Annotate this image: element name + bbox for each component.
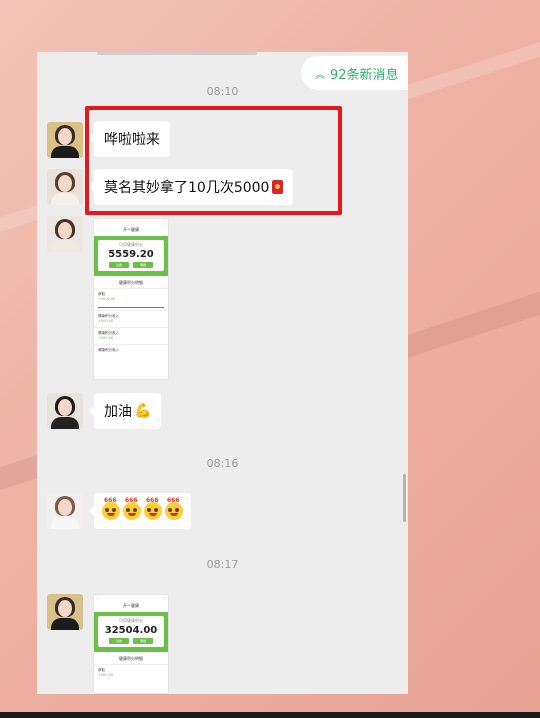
timestamp: 08:10	[206, 85, 239, 98]
red-highlight-box	[85, 106, 342, 215]
detail-subhead: 健康积分明细	[119, 280, 143, 285]
detail-subhead: 健康积分明细	[119, 656, 143, 661]
666-emoji-icon: 666	[123, 497, 141, 520]
balance-panel: 可用健康积分 32504.00 兑换 明细	[94, 612, 168, 652]
detail-row: 获取 +5000.00	[94, 288, 168, 305]
bottom-bar	[0, 712, 540, 718]
redeem-button: 兑换	[109, 638, 129, 644]
emoji-bubble[interactable]: 666 666 666 666	[89, 493, 191, 529]
666-emoji-icon: 666	[165, 497, 183, 520]
balance-amount: 32504.00	[104, 625, 158, 636]
flexed-biceps-icon: 💪	[134, 403, 152, 419]
666-emoji-icon: 666	[102, 497, 120, 520]
image-message-screenshot[interactable]: · · 开一健康 可用健康积分 32504.00 兑换 明细 健康积分明细 获取 …	[93, 594, 169, 694]
phone-nav-title: 开一健康	[123, 227, 139, 232]
avatar[interactable]	[47, 169, 83, 205]
top-edge-strip	[97, 52, 257, 55]
avatar[interactable]	[47, 594, 83, 630]
image-message-screenshot[interactable]: · · 开一健康 可用健康积分 5559.20 兑换 明细 健康积分明细 获取 +…	[93, 218, 169, 380]
redeem-button: 兑换	[109, 262, 129, 268]
phone-nav-title: 开一健康	[123, 603, 139, 608]
scrollbar-thumb[interactable]	[403, 474, 406, 522]
balance-panel: 可用健康积分 5559.20 兑换 明细	[94, 236, 168, 276]
message-bubble[interactable]: 加油 💪	[88, 393, 162, 429]
666-emoji-icon: 666	[144, 497, 162, 520]
detail-button: 明细	[133, 638, 153, 644]
detail-row: 健康积分收入	[94, 344, 168, 361]
phone-status-bar: · ·	[97, 596, 165, 601]
phone-status-bar: · ·	[97, 220, 165, 225]
new-messages-label: 92条新消息	[330, 67, 399, 83]
timestamp: 08:16	[206, 457, 239, 470]
detail-row: 健康积分收入 +500.00	[94, 310, 168, 327]
chat-window[interactable]: ︽ 92条新消息 08:10 哗啦啦来 莫名其妙拿了10几次5000 · · 开一…	[37, 52, 408, 694]
message-text: 加油	[104, 404, 132, 420]
timestamp: 08:17	[206, 558, 239, 571]
red-underline	[98, 307, 164, 308]
avatar[interactable]	[47, 493, 83, 529]
double-chevron-up-icon: ︽	[315, 69, 325, 81]
avatar[interactable]	[47, 122, 83, 158]
avatar[interactable]	[47, 216, 83, 252]
detail-row: 健康积分收入 +500.00	[94, 327, 168, 344]
balance-amount: 5559.20	[108, 249, 154, 260]
avatar[interactable]	[47, 393, 83, 429]
detail-row: 获取 +500.00	[94, 664, 168, 681]
detail-button: 明细	[133, 262, 153, 268]
